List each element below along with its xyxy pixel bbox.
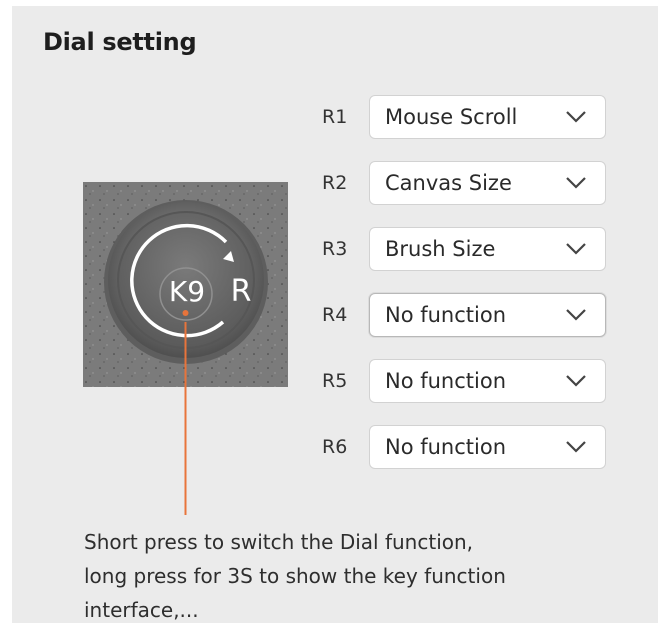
select-r6[interactable]: No function [369,425,606,469]
select-r3[interactable]: Brush Size [369,227,606,271]
chevron-down-icon [566,375,586,387]
dial-caption: Short press to switch the Dial function,… [84,525,604,627]
dial-illustration: K9 R [83,182,288,387]
select-r1[interactable]: Mouse Scroll [369,95,606,139]
chevron-down-icon [566,111,586,123]
select-value-r2: Canvas Size [385,171,512,195]
row-label-r5: R5 [322,370,348,392]
row-label-r3: R3 [322,238,348,260]
select-value-r4: No function [385,303,507,327]
select-r2[interactable]: Canvas Size [369,161,606,205]
caption-line-1: Short press to switch the Dial function, [84,530,474,554]
page-title: Dial setting [43,28,197,56]
select-r5[interactable]: No function [369,359,606,403]
row-label-r1: R1 [322,106,348,128]
dial-key-label: K9 [169,275,205,308]
row-label-r4: R4 [322,304,348,326]
select-r4[interactable]: No function [369,293,606,337]
select-value-r5: No function [385,369,507,393]
caption-line-2: long press for 3S to show the key functi… [84,564,506,588]
chevron-down-icon [566,243,586,255]
row-label-r6: R6 [322,436,348,458]
chevron-down-icon [566,441,586,453]
select-value-r3: Brush Size [385,237,496,261]
dial-side-label: R [231,274,252,309]
chevron-down-icon [566,309,586,321]
select-value-r1: Mouse Scroll [385,105,518,129]
chevron-down-icon [566,177,586,189]
row-label-r2: R2 [322,172,348,194]
caption-line-3: interface,... [84,598,199,622]
select-value-r6: No function [385,435,507,459]
